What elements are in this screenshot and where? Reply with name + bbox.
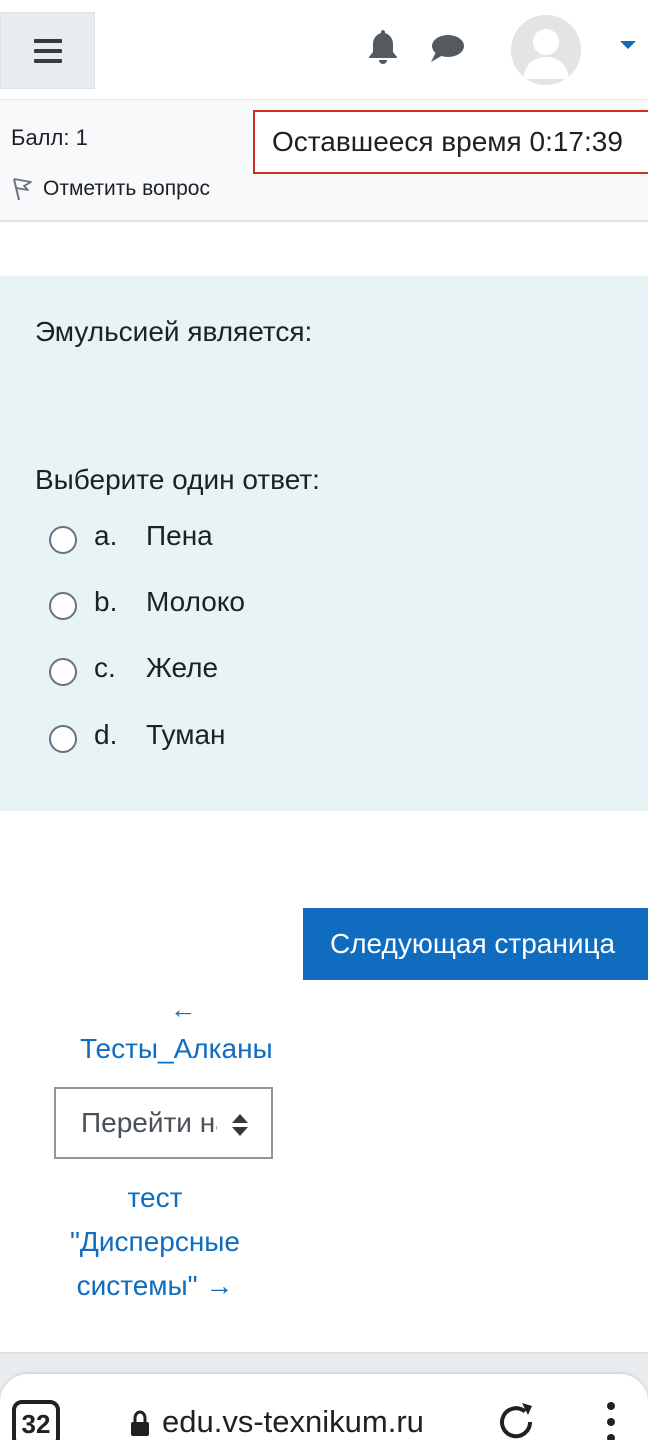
flag-question-toggle[interactable]: Отметить вопрос — [11, 174, 210, 204]
question-text: Эмульсией является: — [35, 316, 313, 347]
answer-option-b[interactable]: b. Молоко — [49, 582, 245, 622]
lock-icon[interactable] — [129, 1410, 151, 1438]
prev-activity-arrow[interactable]: ← — [170, 994, 196, 1025]
radio-button[interactable] — [49, 592, 77, 620]
select-updown-icon — [232, 1114, 248, 1136]
next-page-button[interactable]: Следующая страница — [303, 908, 648, 980]
tab-switcher-button[interactable]: 32 — [12, 1400, 60, 1440]
chat-icon[interactable] — [429, 33, 465, 65]
answer-option-a[interactable]: a. Пена — [49, 516, 213, 556]
answer-letter: d. — [94, 719, 118, 750]
next-activity-line: тест — [127, 1182, 183, 1213]
next-activity-line: системы" → — [76, 1270, 234, 1301]
caret-down-icon[interactable] — [620, 41, 636, 49]
bell-icon[interactable] — [366, 28, 400, 66]
question-grade: Балл: 1 — [11, 125, 88, 150]
user-silhouette-icon — [511, 15, 581, 85]
answer-text: Пена — [146, 520, 213, 551]
prev-activity-link[interactable]: Тесты_Алканы — [80, 1033, 273, 1065]
answer-letter: c. — [94, 652, 116, 683]
next-activity-link[interactable]: тест "Дисперсные системы" → — [55, 1176, 255, 1308]
url-bar[interactable]: edu.vs-texnikum.ru — [162, 1404, 424, 1440]
radio-button[interactable] — [49, 658, 77, 686]
answer-option-d[interactable]: d. Туман — [49, 715, 226, 755]
answer-prompt: Выберите один ответ: — [35, 464, 320, 495]
radio-button[interactable] — [49, 526, 77, 554]
jump-to-activity-select[interactable]: Перейти на... — [54, 1087, 273, 1159]
nav-drawer-toggle-button[interactable] — [0, 12, 95, 89]
answer-letter: b. — [94, 586, 118, 617]
answer-text: Молоко — [146, 586, 245, 617]
answer-option-c[interactable]: c. Желе — [49, 648, 218, 688]
user-avatar[interactable] — [511, 15, 581, 85]
flag-icon — [13, 178, 32, 201]
quiz-timer: Оставшееся время 0:17:39 — [253, 110, 648, 174]
answer-text: Туман — [146, 719, 226, 750]
jump-select-value: Перейти на... — [81, 1107, 217, 1138]
answer-letter: a. — [94, 520, 118, 551]
radio-button[interactable] — [49, 725, 77, 753]
next-activity-line: "Дисперсные — [69, 1226, 240, 1257]
flag-question-label: Отметить вопрос — [43, 177, 210, 200]
reload-icon[interactable] — [494, 1400, 538, 1440]
answer-text: Желе — [146, 652, 219, 683]
top-navbar — [0, 0, 648, 100]
kebab-menu-icon[interactable] — [604, 1402, 618, 1440]
hamburger-icon — [33, 38, 62, 63]
